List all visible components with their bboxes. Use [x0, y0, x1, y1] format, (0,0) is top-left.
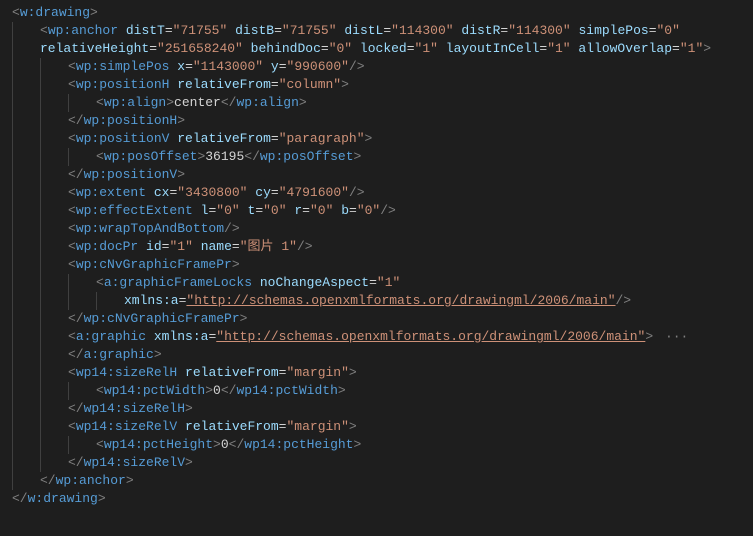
code-line[interactable]: <wp:positionV relativeFrom="paragraph"> [12, 130, 741, 148]
code-line[interactable]: relativeHeight="251658240" behindDoc="0"… [12, 40, 741, 58]
code-line[interactable]: </wp14:sizeRelH> [12, 400, 741, 418]
code-line[interactable]: <wp:posOffset>36195</wp:posOffset> [12, 148, 741, 166]
code-line[interactable]: <wp:docPr id="1" name="图片 1"/> [12, 238, 741, 256]
code-line[interactable]: <a:graphic xmlns:a="http://schemas.openx… [12, 328, 741, 346]
code-line[interactable]: </a:graphic> [12, 346, 741, 364]
code-line[interactable]: <w:drawing> [12, 4, 741, 22]
code-editor[interactable]: <w:drawing><wp:anchor distT="71755" dist… [0, 0, 753, 512]
code-line[interactable]: <wp:extent cx="3430800" cy="4791600"/> [12, 184, 741, 202]
code-line[interactable]: <a:graphicFrameLocks noChangeAspect="1" [12, 274, 741, 292]
code-line[interactable]: <wp:align>center</wp:align> [12, 94, 741, 112]
code-line[interactable]: </wp:positionV> [12, 166, 741, 184]
code-line[interactable]: <wp:simplePos x="1143000" y="990600"/> [12, 58, 741, 76]
code-line[interactable]: <wp14:pctHeight>0</wp14:pctHeight> [12, 436, 741, 454]
code-line[interactable]: <wp:cNvGraphicFramePr> [12, 256, 741, 274]
code-line[interactable]: <wp:wrapTopAndBottom/> [12, 220, 741, 238]
code-line[interactable]: </wp:cNvGraphicFramePr> [12, 310, 741, 328]
code-line[interactable]: <wp14:sizeRelH relativeFrom="margin"> [12, 364, 741, 382]
code-line[interactable]: <wp14:pctWidth>0</wp14:pctWidth> [12, 382, 741, 400]
code-line[interactable]: </wp:positionH> [12, 112, 741, 130]
code-line[interactable]: <wp:positionH relativeFrom="column"> [12, 76, 741, 94]
code-line[interactable]: xmlns:a="http://schemas.openxmlformats.o… [12, 292, 741, 310]
code-line[interactable]: </w:drawing> [12, 490, 741, 508]
collapsed-indicator[interactable]: ··· [653, 329, 688, 344]
code-line[interactable]: <wp:effectExtent l="0" t="0" r="0" b="0"… [12, 202, 741, 220]
code-line[interactable]: <wp14:sizeRelV relativeFrom="margin"> [12, 418, 741, 436]
code-line[interactable]: <wp:anchor distT="71755" distB="71755" d… [12, 22, 741, 40]
code-line[interactable]: </wp:anchor> [12, 472, 741, 490]
code-line[interactable]: </wp14:sizeRelV> [12, 454, 741, 472]
